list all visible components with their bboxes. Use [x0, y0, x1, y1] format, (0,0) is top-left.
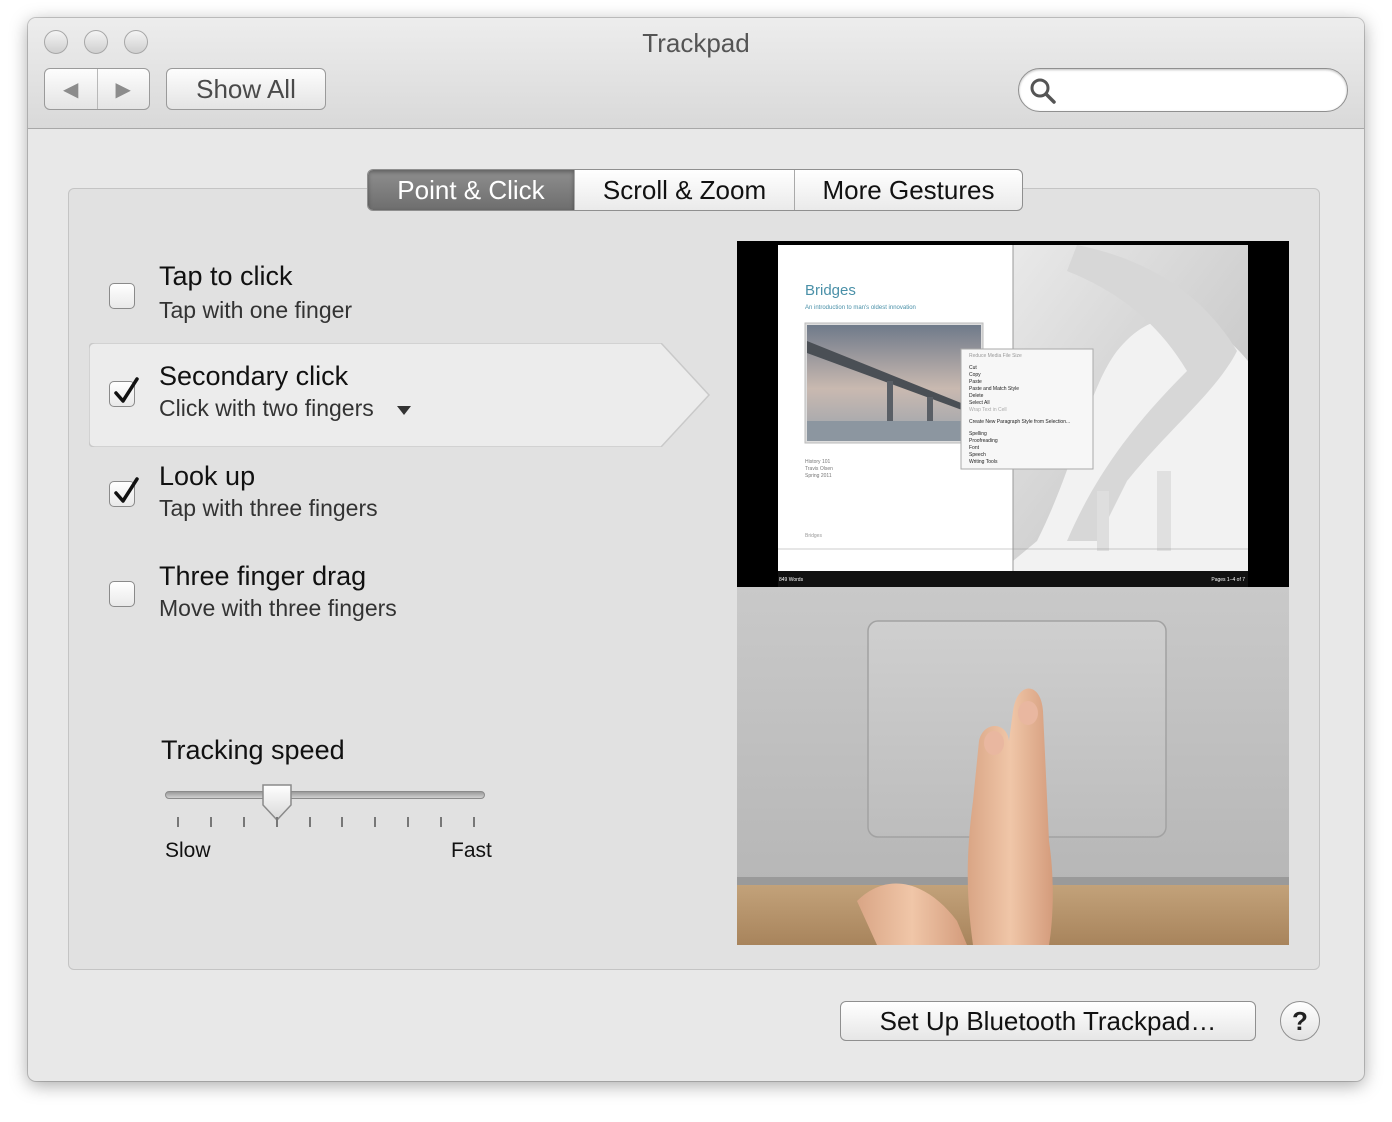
- menu-item: Wrap Text in Cell: [969, 407, 1007, 413]
- set-up-bluetooth-trackpad-button[interactable]: Set Up Bluetooth Trackpad…: [840, 1001, 1256, 1041]
- tap-to-click-checkbox[interactable]: [109, 283, 135, 309]
- three-finger-drag-subtitle: Move with three fingers: [159, 595, 397, 621]
- slider-tick: [308, 817, 311, 827]
- secondary-click-checkbox[interactable]: [109, 377, 139, 407]
- slider-tick: [242, 817, 245, 827]
- slider-tick: [407, 817, 410, 827]
- fast-label: Fast: [451, 839, 492, 862]
- menu-item: Copy: [969, 372, 981, 378]
- chevron-down-icon: [397, 406, 412, 415]
- help-button[interactable]: ?: [1280, 1001, 1320, 1041]
- menu-item: Cut: [969, 365, 977, 371]
- three-finger-drag-checkbox[interactable]: [109, 581, 135, 607]
- doc-subtitle: An introduction to man's oldest innovati…: [805, 305, 916, 311]
- forward-arrow-icon: ▶: [115, 78, 131, 101]
- menu-item: Speech: [969, 452, 986, 458]
- look-up-checkbox[interactable]: [109, 477, 139, 507]
- slider-tick: [473, 817, 475, 827]
- doc-meta-course: History 101: [805, 459, 831, 465]
- window-title: Trackpad: [642, 28, 750, 58]
- look-up-subtitle: Tap with three fingers: [159, 495, 378, 521]
- menu-item: Writing Tools: [969, 459, 998, 465]
- navigation-segmented-control: ◀ ▶: [44, 68, 150, 110]
- forward-button[interactable]: ▶: [98, 69, 150, 109]
- doc-meta-author: Travis Olsen: [805, 466, 833, 472]
- search-input[interactable]: [1065, 75, 1329, 107]
- slider-tick: [374, 817, 377, 827]
- slider-tick: [275, 817, 278, 827]
- back-button[interactable]: ◀: [45, 69, 98, 109]
- preview-illustration: Bridges An introduction to man's oldest …: [737, 241, 1289, 945]
- secondary-click-subtitle-popup[interactable]: Click with two fingers: [159, 395, 412, 422]
- menu-item: Font: [969, 445, 980, 451]
- word-count: 849 Words: [779, 577, 804, 583]
- page-count: Pages 1–4 of 7: [1211, 577, 1245, 583]
- slider-tick: [341, 817, 344, 827]
- secondary-click-title: Secondary click: [159, 361, 349, 391]
- show-all-button[interactable]: Show All: [166, 68, 326, 110]
- three-finger-drag-title: Three finger drag: [159, 561, 367, 591]
- menu-item: Proofreading: [969, 438, 998, 444]
- preferences-window: Trackpad ◀ ▶ Show All Tap to click Tap w…: [28, 18, 1364, 1081]
- menu-item: Select All: [969, 400, 990, 406]
- page-footer: Bridges: [805, 533, 822, 539]
- gesture-preview-video: Bridges An introduction to man's oldest …: [737, 241, 1289, 945]
- slow-label: Slow: [165, 839, 211, 862]
- slider-tick: [209, 817, 212, 827]
- menu-item: Paste and Match Style: [969, 386, 1019, 392]
- tab-content-panel: Tap to click Tap with one finger Seconda…: [68, 188, 1320, 970]
- checkmark-icon: [114, 377, 139, 403]
- search-icon: [1030, 78, 1056, 104]
- menu-header: Reduce Media File Size: [969, 353, 1022, 359]
- tracking-speed-label: Tracking speed: [161, 735, 345, 765]
- menu-item: Paste: [969, 379, 982, 385]
- tracking-speed-slider-track[interactable]: [165, 791, 485, 799]
- secondary-click-subtitle: Click with two fingers: [159, 395, 374, 421]
- doc-meta-term: Spring 2011: [805, 473, 832, 479]
- menu-item: Delete: [969, 393, 984, 399]
- tab-scroll-and-zoom[interactable]: Scroll & Zoom: [574, 170, 794, 210]
- search-field[interactable]: [1018, 68, 1348, 112]
- checkmark-icon: [114, 477, 139, 503]
- slider-tick: [440, 817, 443, 827]
- look-up-title: Look up: [159, 461, 256, 491]
- back-arrow-icon: ◀: [63, 78, 79, 101]
- tap-to-click-subtitle: Tap with one finger: [159, 297, 353, 323]
- tab-bar: Point & Click Scroll & Zoom More Gesture…: [367, 169, 1023, 211]
- tap-to-click-title: Tap to click: [159, 261, 293, 291]
- menu-item: Spelling: [969, 431, 987, 437]
- doc-title: Bridges: [805, 282, 856, 299]
- tab-point-and-click[interactable]: Point & Click: [368, 170, 574, 210]
- title-bar: Trackpad ◀ ▶ Show All: [28, 18, 1364, 129]
- tab-more-gestures[interactable]: More Gestures: [794, 170, 1022, 210]
- menu-item: Create New Paragraph Style from Selectio…: [969, 419, 1070, 425]
- slider-tick: [177, 817, 179, 827]
